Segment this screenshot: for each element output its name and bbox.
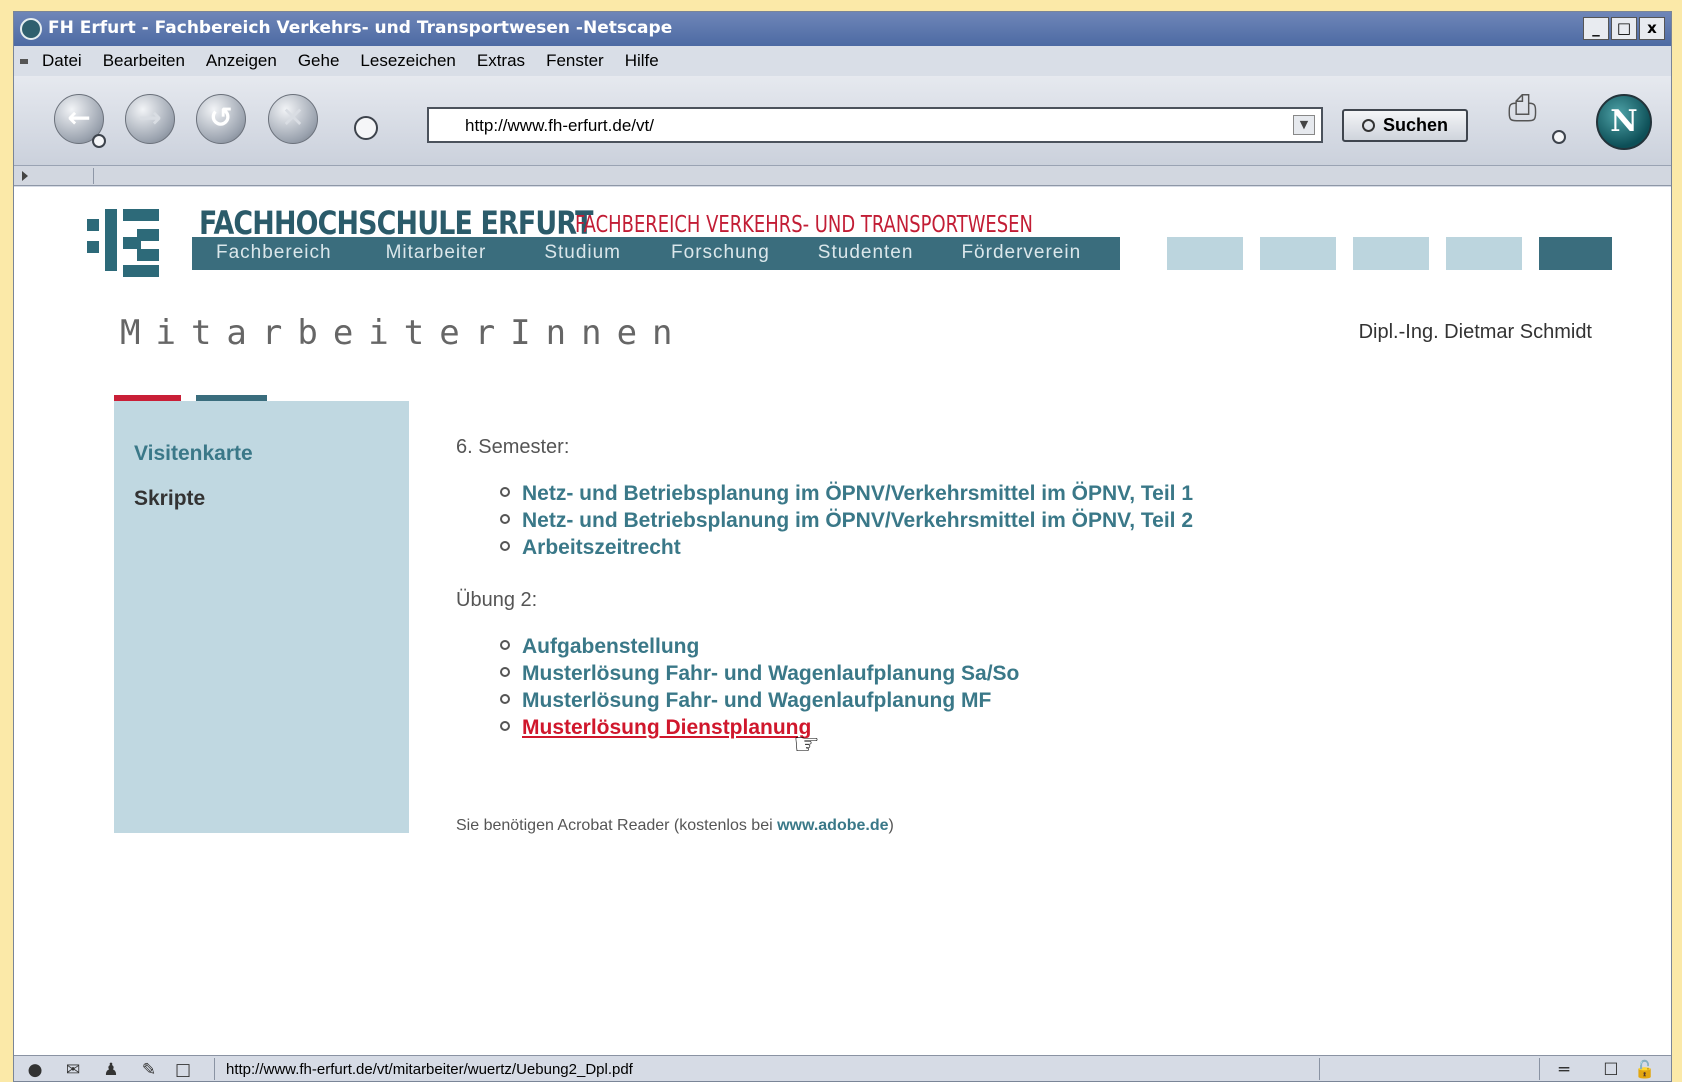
- list-item[interactable]: Musterlösung Fahr- und Wagenlaufplanung …: [500, 662, 1019, 686]
- menu-bearbeiten[interactable]: Bearbeiten: [103, 51, 185, 71]
- forward-arrow-icon[interactable]: →: [125, 94, 175, 144]
- personal-toolbar-tab[interactable]: [34, 168, 94, 184]
- nav-mitarbeiter[interactable]: Mitarbeiter: [386, 237, 487, 270]
- menu-bar: Datei Bearbeiten Anzeigen Gehe Lesezeich…: [14, 46, 1671, 76]
- list-item[interactable]: Musterlösung Fahr- und Wagenlaufplanung …: [500, 689, 991, 713]
- toolbar-grip-icon[interactable]: [20, 59, 28, 65]
- nav-forschung[interactable]: Forschung: [671, 237, 770, 270]
- netscape-app-icon: [20, 18, 42, 40]
- nav-square: [1167, 237, 1243, 270]
- sidebar-item-visitenkarte[interactable]: Visitenkarte: [134, 442, 253, 466]
- bullet-icon: [500, 721, 510, 731]
- menu-datei[interactable]: Datei: [42, 51, 82, 71]
- search-label: Suchen: [1382, 115, 1448, 135]
- title-bar: FH Erfurt - Fachbereich Verkehrs- und Tr…: [14, 12, 1671, 46]
- expand-toolbar-icon[interactable]: [22, 171, 28, 181]
- navigator-icon[interactable]: ●: [24, 1060, 46, 1080]
- department-name: FACHBEREICH VERKEHRS- UND TRANSPORTWESEN: [575, 212, 1033, 238]
- close-button[interactable]: x: [1639, 17, 1665, 40]
- list-item[interactable]: Aufgabenstellung: [500, 635, 699, 659]
- list-item[interactable]: Arbeitszeitrecht: [500, 536, 681, 560]
- bullet-icon: [500, 667, 510, 677]
- bullet-icon: [500, 640, 510, 650]
- print-dropdown-icon[interactable]: [1552, 130, 1566, 144]
- security-lock-icon[interactable]: 🔓: [1634, 1060, 1656, 1080]
- status-separator: [214, 1058, 215, 1080]
- menu-anzeigen[interactable]: Anzeigen: [206, 51, 277, 71]
- nav-square: [1260, 237, 1336, 270]
- acrobat-note: Sie benötigen Acrobat Reader (kostenlos …: [456, 817, 894, 835]
- print-icon[interactable]: ⎙: [1508, 88, 1556, 132]
- list-item[interactable]: Netz- und Betriebsplanung im ÖPNV/Verkeh…: [500, 509, 1193, 533]
- status-separator: [1319, 1058, 1320, 1080]
- back-history-dropdown-icon[interactable]: [92, 134, 106, 148]
- bullet-icon: [500, 487, 510, 497]
- nav-studenten[interactable]: Studenten: [818, 237, 914, 270]
- person-name: Dipl.-Ing. Dietmar Schmidt: [1358, 321, 1592, 343]
- uebung-link-4[interactable]: Musterlösung Dienstplanung: [522, 716, 811, 739]
- status-text: http://www.fh-erfurt.de/vt/mitarbeiter/w…: [226, 1061, 633, 1078]
- semester-link-1[interactable]: Netz- und Betriebsplanung im ÖPNV/Verkeh…: [522, 482, 1193, 505]
- netscape-logo-icon[interactable]: N: [1596, 94, 1652, 150]
- cookie-icon[interactable]: ☐: [1600, 1060, 1622, 1080]
- personal-toolbar: [14, 166, 1671, 186]
- uebung-label: Übung 2:: [456, 589, 538, 611]
- sidebar-item-skripte[interactable]: Skripte: [134, 487, 205, 511]
- instant-messenger-icon[interactable]: ♟: [100, 1060, 122, 1080]
- fh-erfurt-logo[interactable]: [87, 209, 159, 279]
- uebung-link-2[interactable]: Musterlösung Fahr- und Wagenlaufplanung …: [522, 662, 1019, 685]
- top-navigation: Fachbereich Mitarbeiter Studium Forschun…: [192, 237, 1120, 270]
- url-field[interactable]: http://www.fh-erfurt.de/vt/ ▼: [427, 107, 1323, 143]
- nav-fachbereich[interactable]: Fachbereich: [216, 237, 332, 270]
- nav-square: [1446, 237, 1522, 270]
- note-prefix: Sie benötigen Acrobat Reader (kostenlos …: [456, 817, 778, 834]
- window-title: FH Erfurt - Fachbereich Verkehrs- und Tr…: [48, 18, 673, 38]
- url-text: http://www.fh-erfurt.de/vt/: [465, 116, 654, 135]
- semester-label: 6. Semester:: [456, 436, 570, 458]
- uebung-link-3[interactable]: Musterlösung Fahr- und Wagenlaufplanung …: [522, 689, 991, 712]
- semester-link-2[interactable]: Netz- und Betriebsplanung im ÖPNV/Verkeh…: [522, 509, 1193, 532]
- bullet-icon: [500, 694, 510, 704]
- nav-foerderverein[interactable]: Förderverein: [961, 237, 1081, 270]
- status-separator: [1539, 1058, 1540, 1080]
- bullet-icon: [500, 541, 510, 551]
- menu-fenster[interactable]: Fenster: [546, 51, 604, 71]
- address-book-icon[interactable]: □: [172, 1060, 194, 1080]
- status-bar: ● ✉ ♟ ✎ □ http://www.fh-erfurt.de/vt/mit…: [14, 1055, 1671, 1081]
- reload-icon[interactable]: ↺: [196, 94, 246, 144]
- list-item[interactable]: Musterlösung Dienstplanung: [500, 716, 811, 740]
- mail-icon[interactable]: ✉: [62, 1060, 84, 1080]
- composer-icon[interactable]: ✎: [138, 1060, 160, 1080]
- semester-link-3[interactable]: Arbeitszeitrecht: [522, 536, 681, 559]
- list-item[interactable]: Netz- und Betriebsplanung im ÖPNV/Verkeh…: [500, 482, 1193, 506]
- bullet-icon: [500, 514, 510, 524]
- page-viewport: FACHHOCHSCHULE ERFURT FACHBEREICH VERKEH…: [14, 187, 1671, 1055]
- maximize-button[interactable]: □: [1611, 17, 1637, 40]
- nav-studium[interactable]: Studium: [544, 237, 621, 270]
- note-suffix: ): [888, 817, 894, 834]
- url-history-dropdown-icon[interactable]: ▼: [1293, 115, 1315, 135]
- online-status-icon[interactable]: ═: [1542, 1060, 1586, 1080]
- adobe-link[interactable]: www.adobe.de: [777, 817, 888, 834]
- stop-icon[interactable]: ✕: [268, 94, 318, 144]
- uebung-link-1[interactable]: Aufgabenstellung: [522, 635, 699, 658]
- search-button[interactable]: Suchen: [1342, 109, 1468, 142]
- nav-square: [1353, 237, 1429, 270]
- sidebar: Visitenkarte Skripte: [114, 401, 409, 833]
- menu-lesezeichen[interactable]: Lesezeichen: [360, 51, 455, 71]
- go-dropdown-icon[interactable]: [354, 116, 378, 140]
- navigation-toolbar: ← → ↺ ✕ http://www.fh-erfurt.de/vt/ ▼ Su…: [14, 76, 1671, 166]
- window-controls: _ □ x: [1583, 17, 1665, 40]
- nav-square: [1539, 237, 1612, 270]
- page-title: MitarbeiterInnen: [120, 313, 688, 353]
- search-icon: [1361, 119, 1375, 132]
- browser-window: FH Erfurt - Fachbereich Verkehrs- und Tr…: [13, 11, 1672, 1082]
- minimize-button[interactable]: _: [1583, 17, 1609, 40]
- menu-extras[interactable]: Extras: [477, 51, 525, 71]
- hand-cursor-icon: ☞: [793, 727, 820, 762]
- menu-hilfe[interactable]: Hilfe: [625, 51, 659, 71]
- menu-gehe[interactable]: Gehe: [298, 51, 340, 71]
